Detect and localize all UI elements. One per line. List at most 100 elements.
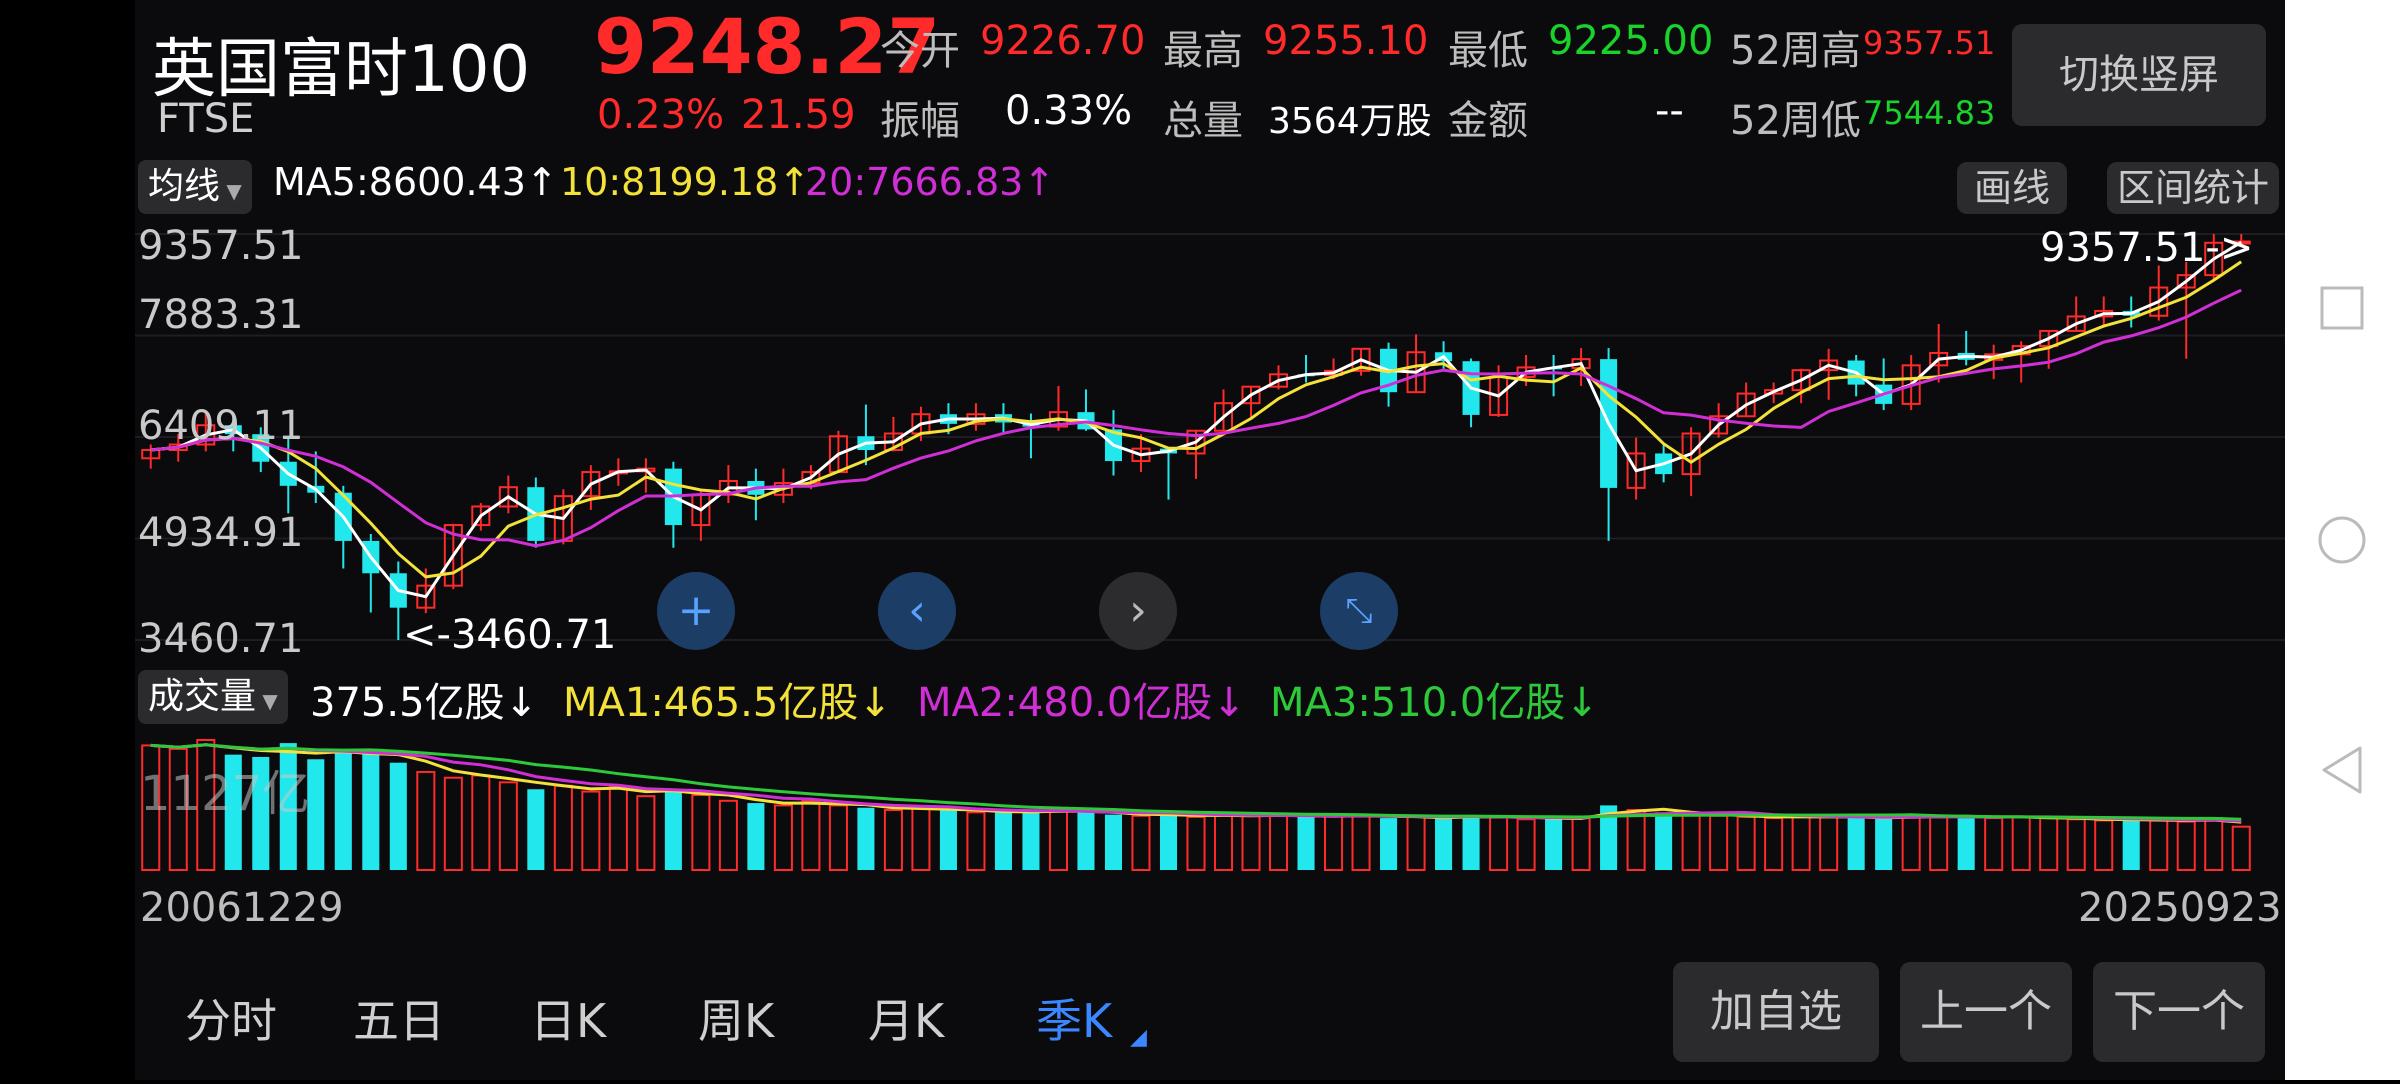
- ma-selector-label: 均线: [148, 166, 221, 207]
- ma5-line: [150, 240, 2242, 599]
- back-icon[interactable]: [2322, 746, 2362, 794]
- index-code: FTSE: [157, 96, 255, 142]
- volume-bar: [1324, 814, 1344, 871]
- volume-bar: [1351, 813, 1371, 871]
- zoom-in-icon[interactable]: +: [657, 572, 735, 650]
- volume-bar: [527, 789, 545, 870]
- volume-bar: [636, 795, 656, 871]
- volume-selector-label: 成交量: [148, 676, 257, 717]
- tab-monthly-k[interactable]: 月K: [868, 985, 944, 1051]
- volume-bar: [2204, 817, 2224, 871]
- volume-bar: [362, 748, 380, 870]
- volume-current: 375.5亿股↓: [310, 680, 539, 726]
- volume-bar: [664, 789, 682, 870]
- w52-high-label: 52周高: [1730, 28, 1861, 74]
- volume-bar: [1380, 818, 1398, 870]
- collapse-icon[interactable]: ⤡: [1320, 572, 1398, 650]
- volume-bar: [416, 770, 436, 871]
- range-stats-button[interactable]: 区间统计: [2107, 162, 2279, 214]
- volume-bar: [608, 785, 628, 871]
- volume-chart[interactable]: [135, 732, 2285, 874]
- chevron-right-icon[interactable]: ›: [1099, 572, 1177, 650]
- volume-bar: [1984, 817, 2004, 871]
- volume-bar: [1709, 814, 1729, 871]
- volume-bar: [939, 810, 957, 870]
- volume-bar: [1077, 812, 1095, 870]
- volume-ma3: MA3:510.0亿股↓: [1270, 680, 1599, 726]
- volume-bar: [718, 799, 738, 871]
- tab-five-day[interactable]: 五日: [353, 985, 445, 1051]
- volume-bar: [2176, 820, 2196, 871]
- volume-bar: [691, 794, 711, 871]
- volume-bar: [773, 804, 793, 871]
- recent-apps-icon[interactable]: [2320, 286, 2364, 330]
- home-icon[interactable]: [2318, 516, 2366, 564]
- previous-button[interactable]: 上一个: [1900, 962, 2072, 1062]
- next-button[interactable]: 下一个: [2093, 962, 2265, 1062]
- add-favorite-button[interactable]: 加自选: [1673, 962, 1879, 1062]
- y-label-2: 7883.31: [138, 292, 304, 338]
- volume-bar: [334, 752, 352, 870]
- volume-bar: [1435, 818, 1453, 870]
- volume-bar: [1104, 814, 1123, 870]
- amplitude-label: 振幅: [880, 98, 960, 144]
- volume-label: 总量: [1163, 98, 1243, 144]
- volume-bar: [1516, 818, 1536, 872]
- ma10-value: 10:8199.18↑: [560, 160, 811, 204]
- volume-bar: [1489, 815, 1509, 871]
- volume-bar: [1268, 814, 1289, 871]
- tab-quarterly-k[interactable]: 季K: [1036, 985, 1112, 1051]
- amplitude-value: 0.33%: [1005, 88, 1133, 134]
- switch-portrait-button[interactable]: 切换竖屏: [2012, 24, 2266, 126]
- volume-bar: [966, 811, 986, 871]
- volume-bar: [1681, 813, 1701, 871]
- volume-bar: [2094, 819, 2114, 871]
- ma-selector[interactable]: 均线 ▼: [138, 160, 252, 214]
- min-marker: <-3460.71: [403, 612, 617, 658]
- y-label-3: 6409.11: [138, 403, 304, 449]
- max-marker: 9357.51->: [2040, 225, 2254, 271]
- volume-bar: [801, 799, 821, 871]
- volume-bar: [911, 806, 931, 872]
- volume-bar: [471, 774, 491, 872]
- ma20-line: [150, 288, 2242, 548]
- volume-bar: [1186, 815, 1206, 871]
- volume-bar: [1655, 812, 1673, 870]
- volume-bar: [2122, 819, 2140, 870]
- volume-selector[interactable]: 成交量 ▼: [138, 670, 288, 724]
- amount-value: --: [1655, 88, 1684, 134]
- open-label: 今开: [880, 28, 960, 74]
- volume-bar: [1048, 809, 1068, 871]
- volume-bar: [443, 776, 463, 871]
- volume-bar: [2231, 825, 2251, 871]
- tab-weekly-k[interactable]: 周K: [698, 985, 774, 1051]
- volume-bar: [1213, 814, 1234, 871]
- y-label-4: 4934.91: [138, 510, 304, 556]
- volume-bar: [1545, 818, 1563, 870]
- volume-bar: [2149, 819, 2169, 871]
- low-value: 9225.00: [1548, 18, 1714, 64]
- volume-bar: [1764, 817, 1784, 871]
- volume-bar: [2066, 818, 2086, 872]
- change-percent: 0.23%: [597, 92, 725, 138]
- draw-line-button[interactable]: 画线: [1957, 162, 2067, 214]
- volume-bar: [498, 781, 518, 872]
- y-label-min: 3460.71: [138, 616, 304, 662]
- ma20-value: 20:7666.83↑: [805, 160, 1056, 204]
- volume-bar: [857, 807, 875, 870]
- high-label: 最高: [1163, 28, 1243, 74]
- volume-bar: [1241, 813, 1261, 871]
- chevron-left-icon[interactable]: ‹: [878, 572, 956, 650]
- volume-bar: [1626, 809, 1646, 871]
- volume-bar: [1571, 817, 1591, 871]
- system-nav-icons: [2318, 286, 2366, 794]
- w52-high-value: 9357.51: [1863, 24, 1996, 62]
- volume-bar: [883, 809, 903, 871]
- ma10-line: [150, 260, 2243, 579]
- price-chart[interactable]: [135, 222, 2285, 660]
- volume-bar: [1957, 815, 1975, 870]
- tab-daily-k[interactable]: 日K: [530, 985, 606, 1051]
- start-date: 20061229: [140, 885, 344, 931]
- tab-intraday[interactable]: 分时: [185, 985, 277, 1051]
- volume-bar: [1159, 813, 1178, 870]
